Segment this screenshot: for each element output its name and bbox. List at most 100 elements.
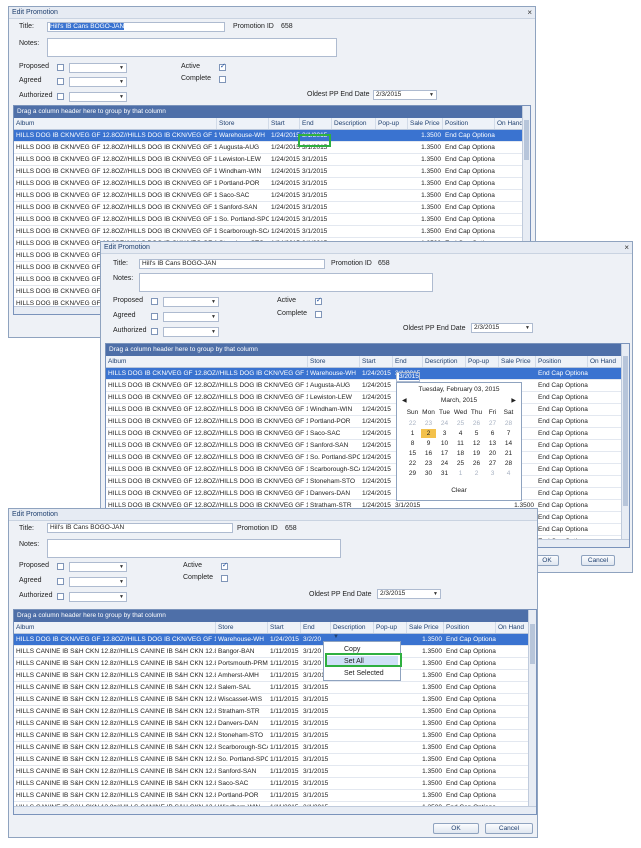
cell-store[interactable]: Sanford-SAN bbox=[308, 440, 360, 451]
calendar-day[interactable]: 2 bbox=[469, 469, 484, 478]
agreed-dropdown[interactable]: ▼ bbox=[163, 312, 219, 322]
cell-popup[interactable] bbox=[376, 130, 408, 141]
proposed-checkbox[interactable] bbox=[151, 298, 158, 305]
proposed-dropdown[interactable]: ▼ bbox=[69, 562, 127, 572]
column-header-sale-price[interactable]: Sale Price bbox=[499, 356, 536, 367]
cell-store[interactable]: Portland-POR bbox=[308, 416, 360, 427]
cell-store[interactable]: Windham-WIN bbox=[217, 166, 269, 177]
active-checkbox[interactable] bbox=[221, 561, 228, 570]
cell-popup[interactable] bbox=[374, 790, 407, 801]
cell-album[interactable]: HILLS CANINE IB S&H CKN 12.8z//HILLS CAN… bbox=[14, 778, 216, 789]
cell-store[interactable]: So. Portland-SPO bbox=[217, 214, 269, 225]
agreed-checkbox[interactable] bbox=[57, 578, 64, 585]
cell-description[interactable] bbox=[332, 202, 376, 213]
cell-start[interactable]: 1/24/2015 bbox=[269, 166, 300, 177]
cell-start[interactable]: 1/24/2015 bbox=[268, 634, 301, 645]
cell-store[interactable]: Saco-SAC bbox=[308, 428, 360, 439]
cell-popup[interactable] bbox=[374, 766, 407, 777]
table-row[interactable]: HILLS DOG IB CKN/VEG GF 12.8OZ//HILLS DO… bbox=[14, 178, 530, 190]
cell-popup[interactable] bbox=[374, 718, 407, 729]
cell-start[interactable]: 1/11/2015 bbox=[268, 730, 301, 741]
cell-start[interactable]: 1/11/2015 bbox=[268, 658, 301, 669]
cell-end[interactable]: 3/1/2015 bbox=[301, 682, 331, 693]
cell-position[interactable]: End Cap Optional bbox=[443, 142, 495, 153]
cell-popup[interactable] bbox=[374, 730, 407, 741]
calendar-day[interactable]: 16 bbox=[421, 449, 436, 458]
calendar-day[interactable]: 4 bbox=[453, 429, 468, 438]
cell-popup[interactable] bbox=[374, 742, 407, 753]
cell-position[interactable]: End Cap Optional bbox=[536, 488, 588, 499]
cell-popup[interactable] bbox=[376, 190, 408, 201]
cell-store[interactable]: Amherst-AMH bbox=[216, 670, 268, 681]
cell-store[interactable]: Scarborough-SCA bbox=[217, 226, 269, 237]
cell-position[interactable]: End Cap Optional bbox=[443, 214, 495, 225]
calendar-day[interactable]: 18 bbox=[453, 449, 468, 458]
calendar-day[interactable]: 11 bbox=[453, 439, 468, 448]
proposed-dropdown[interactable]: ▼ bbox=[163, 297, 219, 307]
cell-popup[interactable] bbox=[376, 166, 408, 177]
cell-store[interactable]: Lewiston-LEW bbox=[308, 392, 360, 403]
cell-start[interactable]: 1/24/2015 bbox=[269, 130, 300, 141]
cell-position[interactable]: End Cap Optional bbox=[536, 416, 588, 427]
table-row[interactable]: HILLS CANINE IB S&H CKN 12.8z//HILLS CAN… bbox=[14, 754, 536, 766]
cell-end[interactable]: 3/1/2015 bbox=[300, 178, 332, 189]
cell-album[interactable]: HILLS CANINE IB S&H CKN 12.8z//HILLS CAN… bbox=[14, 742, 216, 753]
cell-album[interactable]: HILLS CANINE IB S&H CKN 12.8z//HILLS CAN… bbox=[14, 754, 216, 765]
column-header-position[interactable]: Position bbox=[444, 622, 496, 633]
cell-description[interactable] bbox=[332, 214, 376, 225]
calendar-day[interactable]: 9 bbox=[421, 439, 436, 448]
cell-store[interactable]: Warehouse-WH bbox=[217, 130, 269, 141]
cell-position[interactable]: End Cap Optional bbox=[444, 634, 496, 645]
calendar-day[interactable]: 19 bbox=[469, 449, 484, 458]
cell-sale-price[interactable] bbox=[499, 368, 536, 379]
cell-position[interactable]: End Cap Optional bbox=[536, 380, 588, 391]
cell-position[interactable]: End Cap Optional bbox=[444, 670, 496, 681]
cell-album[interactable]: HILLS DOG IB CKN/VEG GF 12.8OZ//HILLS DO… bbox=[106, 440, 308, 451]
column-header-start[interactable]: Start bbox=[360, 356, 393, 367]
cell-end[interactable]: 3/1/2015 bbox=[300, 154, 332, 165]
cell-description[interactable] bbox=[332, 130, 376, 141]
column-header-album[interactable]: Album bbox=[14, 118, 217, 129]
cell-sale-price[interactable]: 1.3500 bbox=[407, 754, 444, 765]
column-header-popup[interactable]: Pop-up bbox=[376, 118, 408, 129]
calendar-day[interactable]: 14 bbox=[501, 439, 516, 448]
calendar-day[interactable]: 25 bbox=[453, 459, 468, 468]
active-checkbox[interactable] bbox=[315, 296, 322, 305]
cell-position[interactable]: End Cap Optional bbox=[536, 524, 588, 535]
table-row[interactable]: HILLS DOG IB CKN/VEG GF 12.8OZ//HILLS DO… bbox=[106, 416, 629, 428]
oldest-end-dropdown[interactable]: 2/3/2015 ▼ bbox=[377, 589, 441, 599]
cell-store[interactable]: Stoneham-STO bbox=[216, 730, 268, 741]
cell-position[interactable]: End Cap Optional bbox=[444, 682, 496, 693]
column-header-end[interactable]: End bbox=[393, 356, 423, 367]
agreed-checkbox[interactable] bbox=[57, 78, 64, 85]
cell-start[interactable]: 1/24/2015 bbox=[269, 178, 300, 189]
cell-store[interactable]: Lewiston-LEW bbox=[217, 154, 269, 165]
calendar-day[interactable]: 28 bbox=[501, 419, 516, 428]
cell-sale-price[interactable]: 1.3500 bbox=[407, 718, 444, 729]
cell-start[interactable]: 1/24/2015 bbox=[360, 404, 393, 415]
column-header-position[interactable]: Position bbox=[443, 118, 495, 129]
cell-description[interactable] bbox=[423, 368, 466, 379]
cell-popup[interactable] bbox=[376, 154, 408, 165]
scroll-thumb[interactable] bbox=[524, 120, 529, 160]
cell-store[interactable]: Augusta-AUG bbox=[217, 142, 269, 153]
cell-start[interactable]: 1/24/2015 bbox=[360, 476, 393, 487]
cell-sale-price[interactable]: 1.3500 bbox=[407, 634, 444, 645]
table-row[interactable]: HILLS CANINE IB S&H CKN 12.8z//HILLS CAN… bbox=[14, 706, 536, 718]
cell-popup[interactable] bbox=[376, 178, 408, 189]
cell-sale-price[interactable]: 1.3500 bbox=[407, 730, 444, 741]
cell-start[interactable]: 1/11/2015 bbox=[268, 706, 301, 717]
cell-position[interactable]: End Cap Optional bbox=[443, 154, 495, 165]
cell-end[interactable]: 3/1/2015 bbox=[300, 214, 332, 225]
cell-position[interactable]: End Cap Optional bbox=[443, 190, 495, 201]
table-row[interactable]: HILLS DOG IB CKN/VEG GF 12.8OZ//HILLS DO… bbox=[106, 440, 629, 452]
cell-store[interactable]: Augusta-AUG bbox=[308, 380, 360, 391]
calendar-day[interactable]: 26 bbox=[469, 419, 484, 428]
cell-sale-price[interactable]: 1.3500 bbox=[408, 226, 443, 237]
oldest-end-dropdown[interactable]: 2/3/2015 ▼ bbox=[471, 323, 533, 333]
complete-checkbox[interactable] bbox=[221, 575, 228, 582]
calendar-day[interactable]: 26 bbox=[469, 459, 484, 468]
cell-start[interactable]: 1/11/2015 bbox=[268, 754, 301, 765]
next-month-icon[interactable]: ▶ bbox=[511, 397, 516, 404]
table-row[interactable]: HILLS CANINE IB S&H CKN 12.8z//HILLS CAN… bbox=[14, 682, 536, 694]
